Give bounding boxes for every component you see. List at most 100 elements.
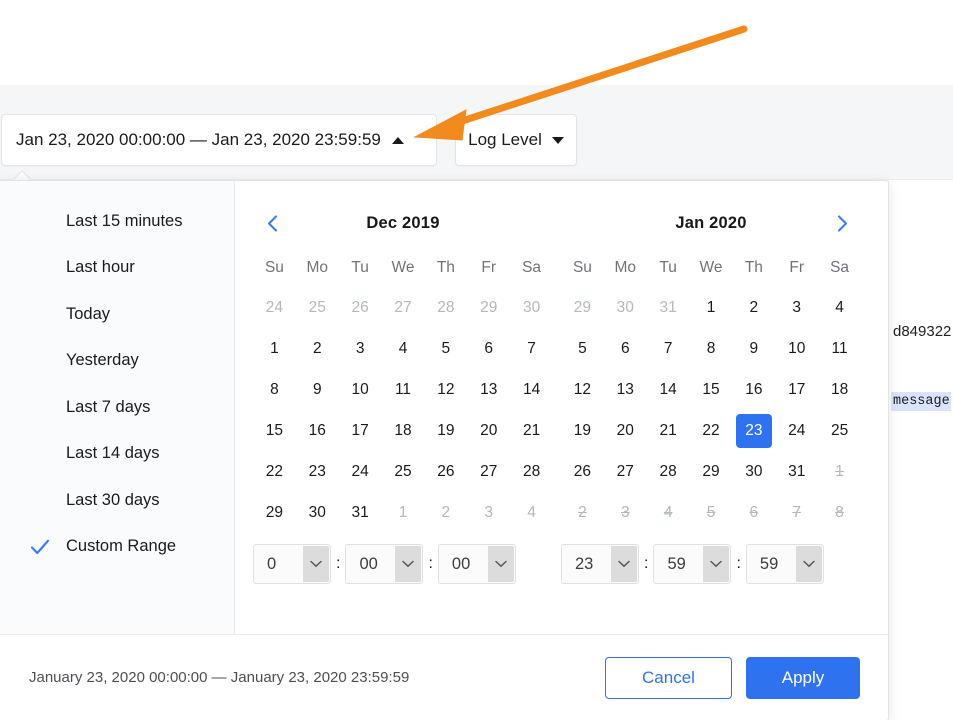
calendar-day[interactable]: 10: [339, 369, 382, 410]
preset-item-last-hour[interactable]: Last hour: [0, 245, 234, 292]
calendar-day[interactable]: 9: [296, 369, 339, 410]
end-minute-select[interactable]: 59: [653, 544, 732, 584]
calendar-day[interactable]: 2: [732, 287, 775, 328]
calendar-day[interactable]: 30: [510, 287, 553, 328]
calendar-day[interactable]: 9: [732, 328, 775, 369]
calendar-day[interactable]: 7: [510, 328, 553, 369]
preset-item-today[interactable]: Today: [0, 291, 234, 338]
calendar-day[interactable]: 31: [647, 287, 690, 328]
calendar-day[interactable]: 8: [690, 328, 733, 369]
calendar-day[interactable]: 30: [732, 451, 775, 492]
calendar-day[interactable]: 11: [818, 328, 861, 369]
calendar-day[interactable]: 3: [339, 328, 382, 369]
calendar-day[interactable]: 30: [604, 287, 647, 328]
calendar-day[interactable]: 24: [339, 451, 382, 492]
chevron-left-icon[interactable]: [259, 210, 285, 236]
calendar-day[interactable]: 20: [604, 410, 647, 451]
end-hour-select[interactable]: 23: [561, 544, 639, 584]
calendar-day[interactable]: 3: [467, 492, 510, 533]
calendar-day[interactable]: 1: [253, 328, 296, 369]
chevron-down-icon[interactable]: [795, 546, 822, 582]
calendar-day[interactable]: 29: [467, 287, 510, 328]
calendar-day[interactable]: 17: [339, 410, 382, 451]
preset-item-last-30-days[interactable]: Last 30 days: [0, 477, 234, 524]
calendar-day[interactable]: 19: [424, 410, 467, 451]
calendar-day[interactable]: 27: [467, 451, 510, 492]
calendar-day[interactable]: 15: [253, 410, 296, 451]
calendar-day[interactable]: 12: [424, 369, 467, 410]
start-second-select[interactable]: 00: [437, 544, 516, 584]
calendar-day[interactable]: 29: [690, 451, 733, 492]
calendar-day[interactable]: 14: [647, 369, 690, 410]
preset-item-last-15-minutes[interactable]: Last 15 minutes: [0, 198, 234, 245]
calendar-day[interactable]: 11: [382, 369, 425, 410]
calendar-day[interactable]: 3: [775, 287, 818, 328]
calendar-day[interactable]: 2: [296, 328, 339, 369]
calendar-day[interactable]: 26: [561, 451, 604, 492]
chevron-right-icon[interactable]: [829, 210, 855, 236]
calendar-day[interactable]: 22: [690, 410, 733, 451]
preset-item-last-14-days[interactable]: Last 14 days: [0, 431, 234, 478]
calendar-day[interactable]: 28: [647, 451, 690, 492]
calendar-day[interactable]: 18: [382, 410, 425, 451]
calendar-day[interactable]: 12: [561, 369, 604, 410]
calendar-day[interactable]: 18: [818, 369, 861, 410]
calendar-day[interactable]: 7: [647, 328, 690, 369]
calendar-day[interactable]: 10: [775, 328, 818, 369]
chevron-down-icon[interactable]: [395, 546, 422, 582]
calendar-day[interactable]: 19: [561, 410, 604, 451]
calendar-day[interactable]: 20: [467, 410, 510, 451]
calendar-day-selected[interactable]: 23: [732, 410, 775, 451]
calendar-day[interactable]: 22: [253, 451, 296, 492]
calendar-day[interactable]: 27: [382, 287, 425, 328]
calendar-day[interactable]: 2: [424, 492, 467, 533]
chevron-down-icon[interactable]: [703, 546, 730, 582]
calendar-day[interactable]: 26: [339, 287, 382, 328]
calendar-day[interactable]: 21: [510, 410, 553, 451]
calendar-day[interactable]: 24: [253, 287, 296, 328]
calendar-day[interactable]: 17: [775, 369, 818, 410]
start-minute-select[interactable]: 00: [345, 544, 424, 584]
calendar-day[interactable]: 30: [296, 492, 339, 533]
calendar-day[interactable]: 16: [732, 369, 775, 410]
preset-item-last-7-days[interactable]: Last 7 days: [0, 384, 234, 431]
start-hour-select[interactable]: 0: [253, 544, 331, 584]
calendar-day[interactable]: 29: [561, 287, 604, 328]
calendar-day[interactable]: 26: [424, 451, 467, 492]
calendar-day[interactable]: 25: [382, 451, 425, 492]
cancel-button[interactable]: Cancel: [605, 656, 732, 699]
calendar-day[interactable]: 31: [775, 451, 818, 492]
calendar-day[interactable]: 25: [818, 410, 861, 451]
calendar-day[interactable]: 27: [604, 451, 647, 492]
calendar-day[interactable]: 5: [424, 328, 467, 369]
calendar-day[interactable]: 29: [253, 492, 296, 533]
calendar-day[interactable]: 6: [467, 328, 510, 369]
preset-item-yesterday[interactable]: Yesterday: [0, 338, 234, 385]
chevron-down-icon[interactable]: [303, 546, 329, 582]
calendar-day[interactable]: 1: [382, 492, 425, 533]
calendar-day[interactable]: 15: [690, 369, 733, 410]
calendar-day[interactable]: 23: [296, 451, 339, 492]
calendar-day[interactable]: 14: [510, 369, 553, 410]
calendar-day[interactable]: 13: [467, 369, 510, 410]
log-level-dropdown[interactable]: Log Level: [455, 114, 577, 166]
calendar-day[interactable]: 31: [339, 492, 382, 533]
calendar-day[interactable]: 1: [690, 287, 733, 328]
calendar-day[interactable]: 16: [296, 410, 339, 451]
calendar-day[interactable]: 6: [604, 328, 647, 369]
calendar-day[interactable]: 4: [818, 287, 861, 328]
calendar-day[interactable]: 21: [647, 410, 690, 451]
chevron-down-icon[interactable]: [611, 546, 637, 582]
calendar-day[interactable]: 8: [253, 369, 296, 410]
calendar-day[interactable]: 4: [510, 492, 553, 533]
calendar-day[interactable]: 13: [604, 369, 647, 410]
date-range-input[interactable]: Jan 23, 2020 00:00:00 — Jan 23, 2020 23:…: [1, 114, 437, 166]
calendar-day[interactable]: 4: [382, 328, 425, 369]
calendar-day[interactable]: 28: [424, 287, 467, 328]
calendar-day[interactable]: 25: [296, 287, 339, 328]
preset-item-custom-range[interactable]: Custom Range: [0, 524, 234, 571]
end-second-select[interactable]: 59: [745, 544, 824, 584]
calendar-day[interactable]: 28: [510, 451, 553, 492]
calendar-day[interactable]: 5: [561, 328, 604, 369]
apply-button[interactable]: Apply: [746, 656, 860, 699]
